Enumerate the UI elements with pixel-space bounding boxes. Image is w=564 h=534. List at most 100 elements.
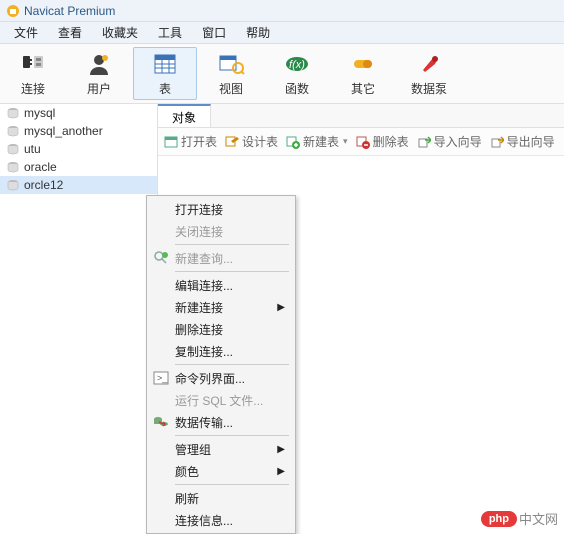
context-item-14[interactable]: 管理组 ▶ bbox=[149, 438, 293, 460]
submenu-arrow-icon: ▶ bbox=[277, 302, 285, 313]
tool-pill[interactable]: 其它 bbox=[330, 44, 396, 103]
context-item-10[interactable]: >_ 命令列界面... bbox=[149, 367, 293, 389]
context-separator bbox=[175, 435, 289, 436]
context-item-1: 关闭连接 bbox=[149, 220, 293, 242]
menu-0[interactable]: 文件 bbox=[4, 22, 48, 43]
context-label: 连接信息... bbox=[175, 512, 233, 529]
tool-table[interactable]: 表 bbox=[133, 47, 197, 100]
menubar: 文件查看收藏夹工具窗口帮助 bbox=[0, 22, 564, 44]
menu-3[interactable]: 工具 bbox=[148, 22, 192, 43]
pump-icon bbox=[415, 50, 443, 78]
menu-4[interactable]: 窗口 bbox=[192, 22, 236, 43]
context-item-7[interactable]: 删除连接 bbox=[149, 318, 293, 340]
action-label: 导入向导 bbox=[434, 133, 482, 150]
menu-1[interactable]: 查看 bbox=[48, 22, 92, 43]
action-open[interactable]: 打开表 bbox=[164, 133, 217, 150]
tree-label: mysql_another bbox=[24, 124, 103, 138]
query-icon bbox=[153, 250, 169, 266]
menu-5[interactable]: 帮助 bbox=[236, 22, 280, 43]
context-label: 命令列界面... bbox=[175, 370, 245, 387]
tree-label: orcle12 bbox=[24, 178, 63, 192]
context-label: 编辑连接... bbox=[175, 277, 233, 294]
context-separator bbox=[175, 244, 289, 245]
app-title: Navicat Premium bbox=[24, 4, 115, 18]
action-label: 导出向导 bbox=[507, 133, 555, 150]
tool-fx[interactable]: f(x) 函数 bbox=[264, 44, 330, 103]
action-design[interactable]: 设计表 bbox=[225, 133, 278, 150]
tabs: 对象 bbox=[158, 104, 564, 128]
submenu-arrow-icon: ▶ bbox=[277, 466, 285, 477]
toolbar: 连接用户表 视图 f(x) 函数 其它数据泵 bbox=[0, 44, 564, 104]
database-icon bbox=[6, 124, 20, 138]
tree-label: mysql bbox=[24, 106, 55, 120]
tree-label: oracle bbox=[24, 160, 57, 174]
open-icon bbox=[164, 135, 178, 149]
watermark-text: 中文网 bbox=[519, 509, 558, 528]
tool-view[interactable]: 视图 bbox=[198, 44, 264, 103]
svg-text:>_: >_ bbox=[157, 373, 168, 383]
context-label: 新建连接 bbox=[175, 299, 223, 316]
context-separator bbox=[175, 484, 289, 485]
watermark: php 中文网 bbox=[481, 509, 558, 528]
tool-label: 函数 bbox=[285, 80, 309, 97]
tree-item-mysql_another[interactable]: mysql_another bbox=[0, 122, 157, 140]
action-label: 删除表 bbox=[373, 133, 409, 150]
table-icon bbox=[151, 50, 179, 78]
context-item-3: 新建查询... bbox=[149, 247, 293, 269]
action-export[interactable]: 导出向导 bbox=[490, 133, 555, 150]
database-icon bbox=[6, 142, 20, 156]
user-icon bbox=[85, 50, 113, 78]
context-item-17[interactable]: 刷新 bbox=[149, 487, 293, 509]
tool-plug[interactable]: 连接 bbox=[0, 44, 66, 103]
context-separator bbox=[175, 364, 289, 365]
tool-user[interactable]: 用户 bbox=[66, 44, 132, 103]
tree-item-oracle[interactable]: oracle bbox=[0, 158, 157, 176]
menu-2[interactable]: 收藏夹 bbox=[92, 22, 148, 43]
context-label: 刷新 bbox=[175, 490, 199, 507]
context-item-18[interactable]: 连接信息... bbox=[149, 509, 293, 531]
context-item-0[interactable]: 打开连接 bbox=[149, 198, 293, 220]
database-icon bbox=[6, 106, 20, 120]
plug-icon bbox=[19, 50, 47, 78]
delete-icon bbox=[356, 135, 370, 149]
context-label: 关闭连接 bbox=[175, 223, 223, 240]
fx-icon: f(x) bbox=[283, 50, 311, 78]
context-item-15[interactable]: 颜色 ▶ bbox=[149, 460, 293, 482]
pill-icon bbox=[349, 50, 377, 78]
context-label: 运行 SQL 文件... bbox=[175, 392, 263, 409]
dropdown-icon: ▾ bbox=[343, 136, 348, 147]
tree-item-utu[interactable]: utu bbox=[0, 140, 157, 158]
design-icon bbox=[225, 135, 239, 149]
context-item-12[interactable]: 数据传输... bbox=[149, 411, 293, 433]
tree-item-mysql[interactable]: mysql bbox=[0, 104, 157, 122]
action-import[interactable]: 导入向导 bbox=[417, 133, 482, 150]
app-icon bbox=[6, 4, 20, 18]
tool-label: 视图 bbox=[219, 80, 243, 97]
sidebar: mysql mysql_anotherutu oracle orcle12 bbox=[0, 104, 158, 532]
view-icon bbox=[217, 50, 245, 78]
action-label: 打开表 bbox=[181, 133, 217, 150]
context-label: 颜色 bbox=[175, 463, 199, 480]
submenu-arrow-icon: ▶ bbox=[277, 444, 285, 455]
context-item-6[interactable]: 新建连接 ▶ bbox=[149, 296, 293, 318]
context-label: 复制连接... bbox=[175, 343, 233, 360]
context-label: 删除连接 bbox=[175, 321, 223, 338]
svg-text:f(x): f(x) bbox=[289, 59, 305, 71]
tool-label: 表 bbox=[159, 80, 171, 97]
action-new[interactable]: 新建表▾ bbox=[286, 133, 348, 150]
tool-pump[interactable]: 数据泵 bbox=[396, 44, 462, 103]
action-delete[interactable]: 删除表 bbox=[356, 133, 409, 150]
context-label: 打开连接 bbox=[175, 201, 223, 218]
tool-label: 数据泵 bbox=[411, 80, 447, 97]
watermark-badge: php bbox=[481, 511, 517, 527]
database-icon bbox=[6, 178, 20, 192]
context-item-8[interactable]: 复制连接... bbox=[149, 340, 293, 362]
context-label: 管理组 bbox=[175, 441, 211, 458]
context-menu: 打开连接关闭连接新建查询... 编辑连接... 新建连接 ▶ 删除连接复制连接... >_… bbox=[146, 195, 296, 534]
tree-item-orcle12[interactable]: orcle12 bbox=[0, 176, 157, 194]
context-label: 数据传输... bbox=[175, 414, 233, 431]
tab-objects[interactable]: 对象 bbox=[158, 104, 211, 127]
context-label: 新建查询... bbox=[175, 250, 233, 267]
context-item-5[interactable]: 编辑连接... bbox=[149, 274, 293, 296]
export-icon bbox=[490, 135, 504, 149]
